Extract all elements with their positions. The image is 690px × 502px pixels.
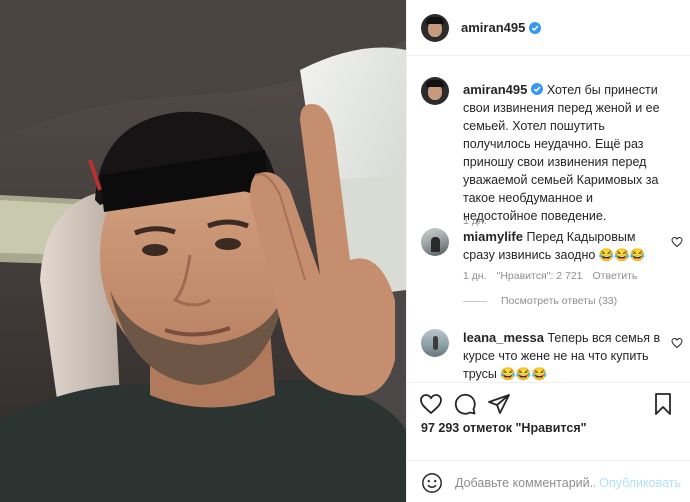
comment-item: leana_messa Теперь вся семья в курсе что… [421, 329, 683, 382]
comment-like-heart-icon[interactable] [671, 337, 683, 349]
bookmark-icon[interactable] [651, 392, 675, 416]
selfie-image [0, 0, 406, 502]
comment-input[interactable] [455, 472, 595, 494]
author-username[interactable]: amiran495 [461, 20, 525, 35]
reply-button[interactable]: Ответить [593, 270, 638, 282]
comment-time[interactable]: 1 дн. [463, 270, 487, 282]
share-icon[interactable] [487, 392, 511, 416]
commenter-avatar[interactable] [421, 228, 449, 256]
comment-username[interactable]: leana_messa [463, 330, 544, 345]
comment-likes[interactable]: "Нравится": 2 721 [497, 270, 583, 282]
verified-icon [531, 83, 544, 95]
caption-username[interactable]: amiran495 [463, 82, 527, 97]
comments-list[interactable]: amiran495 Хотел бы принести свои извинен… [407, 57, 690, 382]
emoji-icon[interactable] [421, 472, 443, 494]
post-side-panel: amiran495 amiran495 Хотел бы принести св… [406, 0, 690, 502]
publish-button[interactable]: Опубликовать [599, 476, 681, 490]
likes-count[interactable]: 97 293 отметок "Нравится" [421, 421, 587, 435]
heart-icon[interactable] [419, 392, 443, 416]
caption-text: Хотел бы принести свои извинения перед ж… [463, 83, 660, 223]
view-replies-label: Посмотреть ответы (33) [501, 295, 618, 307]
comment-icon[interactable] [453, 392, 477, 416]
post-header: amiran495 [407, 0, 690, 56]
comment-like-heart-icon[interactable] [671, 236, 683, 248]
post-actions [407, 382, 690, 422]
replies-divider [463, 300, 487, 302]
comment-username[interactable]: miamylife [463, 229, 523, 244]
comment-meta: 1 дн. "Нравится": 2 721 Ответить [463, 270, 637, 282]
comment-composer: Опубликовать [407, 460, 690, 502]
verified-icon [529, 21, 542, 34]
view-replies-button[interactable]: Посмотреть ответы (33) [463, 295, 617, 307]
commenter-avatar[interactable] [421, 329, 449, 357]
author-avatar[interactable] [421, 77, 449, 105]
post-caption: amiran495 Хотел бы принести свои извинен… [421, 77, 683, 227]
post-photo [0, 0, 406, 502]
caption-time[interactable]: 1 дн. [463, 215, 487, 227]
caption-meta: 1 дн. [463, 215, 487, 227]
author-avatar[interactable] [421, 13, 449, 42]
